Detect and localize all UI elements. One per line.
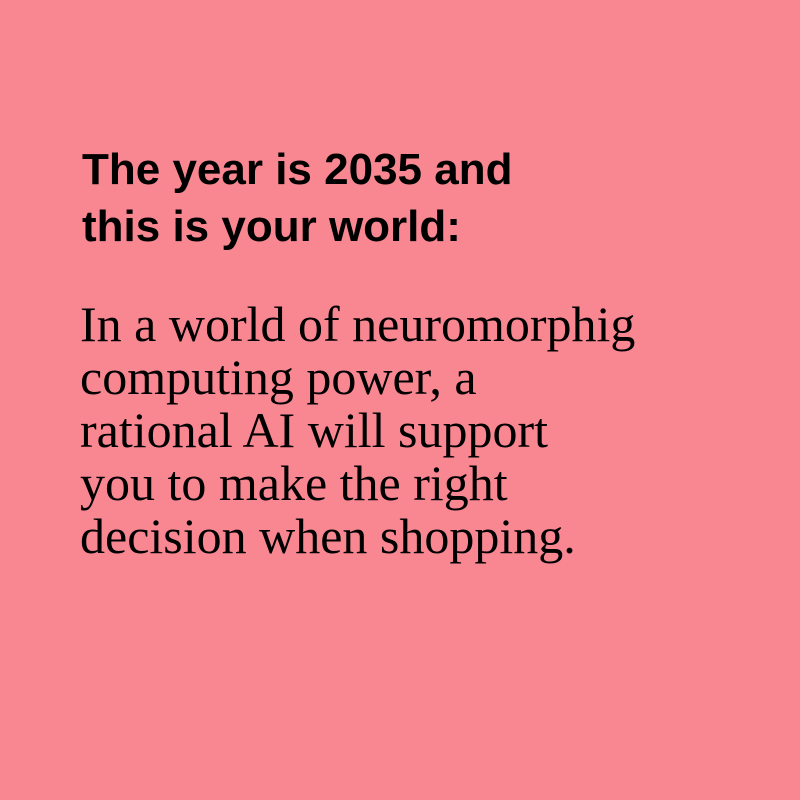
body-line: In a world of neuromorphig [80, 296, 636, 352]
heading-line: The year is 2035 and [82, 145, 513, 194]
slide-card: The year is 2035 and this is your world:… [0, 0, 800, 800]
body-line: you to make the right [80, 455, 508, 511]
heading: The year is 2035 and this is your world: [82, 141, 512, 255]
body-line: rational AI will support [80, 402, 548, 458]
body-paragraph: In a world of neuromorphig computing pow… [80, 298, 635, 563]
body-line: computing power, a [80, 349, 477, 405]
heading-line: this is your world: [82, 202, 461, 251]
body-line: decision when shopping. [80, 508, 576, 564]
